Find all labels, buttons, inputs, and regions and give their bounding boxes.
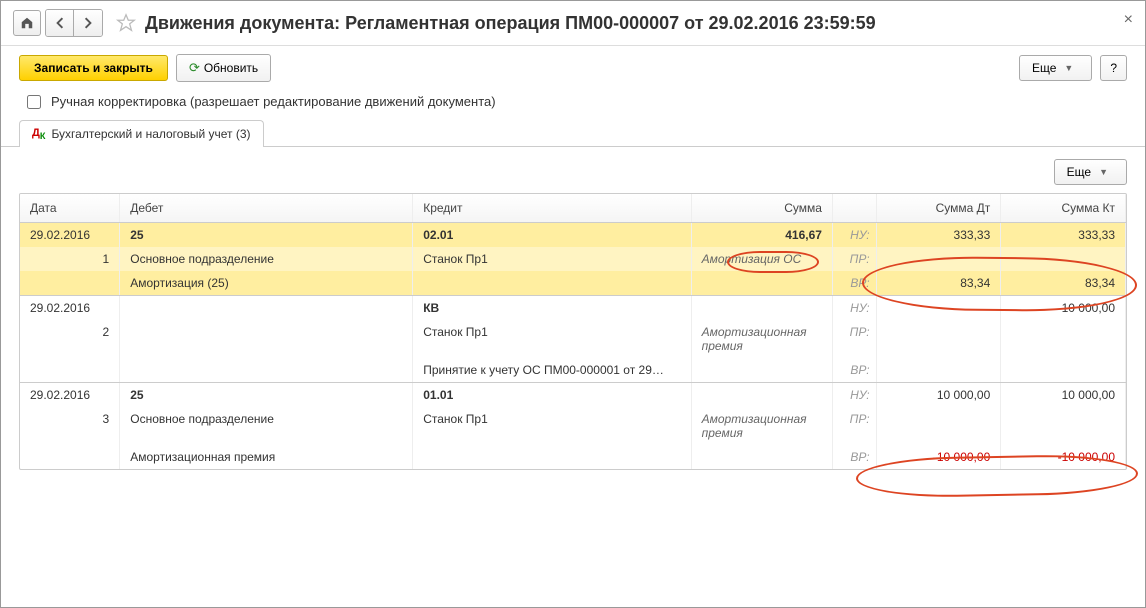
col-sum-dt[interactable]: Сумма Дт bbox=[876, 194, 1001, 223]
table-more-button[interactable]: Еще ▼ bbox=[1054, 159, 1127, 185]
table-row[interactable]: Амортизационная премия ВР: -10 000,00 -1… bbox=[20, 445, 1126, 469]
manual-edit-label: Ручная корректировка (разрешает редактир… bbox=[51, 94, 496, 109]
star-icon[interactable] bbox=[115, 12, 137, 34]
manual-edit-checkbox[interactable] bbox=[27, 95, 41, 109]
col-date[interactable]: Дата bbox=[20, 194, 120, 223]
table-row[interactable]: 29.02.2016 КВ НУ: 10 000,00 bbox=[20, 296, 1126, 321]
refresh-button[interactable]: ⟳ Обновить bbox=[176, 54, 271, 82]
table-row[interactable]: 29.02.2016 25 01.01 НУ: 10 000,00 10 000… bbox=[20, 383, 1126, 408]
save-close-button[interactable]: Записать и закрыть bbox=[19, 55, 168, 81]
table-row[interactable]: Принятие к учету ОС ПМ00-000001 от 29… В… bbox=[20, 358, 1126, 383]
table-row[interactable]: Амортизация (25) ВР: 83,34 83,34 bbox=[20, 271, 1126, 296]
close-icon[interactable]: × bbox=[1124, 11, 1133, 29]
col-sum[interactable]: Сумма bbox=[691, 194, 832, 223]
refresh-icon: ⟳ bbox=[189, 60, 200, 76]
table-row[interactable]: 1 Основное подразделение Станок Пр1 Амор… bbox=[20, 247, 1126, 271]
home-button[interactable] bbox=[13, 10, 41, 36]
chevron-down-icon: ▼ bbox=[1099, 167, 1108, 177]
chevron-down-icon: ▼ bbox=[1064, 63, 1073, 73]
table-row[interactable]: 2 Станок Пр1 Амортизационная премия ПР: bbox=[20, 320, 1126, 358]
forward-button[interactable] bbox=[74, 10, 102, 36]
table-row[interactable]: 3 Основное подразделение Станок Пр1 Амор… bbox=[20, 407, 1126, 445]
postings-table: Дата Дебет Кредит Сумма Сумма Дт Сумма К… bbox=[19, 193, 1127, 470]
col-sum-kt[interactable]: Сумма Кт bbox=[1001, 194, 1126, 223]
tab-accounting[interactable]: ДК Бухгалтерский и налоговый учет (3) bbox=[19, 120, 264, 147]
dt-kt-icon: ДК bbox=[32, 127, 45, 141]
col-debit[interactable]: Дебет bbox=[120, 194, 413, 223]
more-button[interactable]: Еще ▼ bbox=[1019, 55, 1092, 81]
help-button[interactable]: ? bbox=[1100, 55, 1127, 81]
back-button[interactable] bbox=[46, 10, 74, 36]
table-row[interactable]: 29.02.2016 25 02.01 416,67 НУ: 333,33 33… bbox=[20, 223, 1126, 248]
col-credit[interactable]: Кредит bbox=[413, 194, 691, 223]
page-title: Движения документа: Регламентная операци… bbox=[145, 13, 876, 34]
